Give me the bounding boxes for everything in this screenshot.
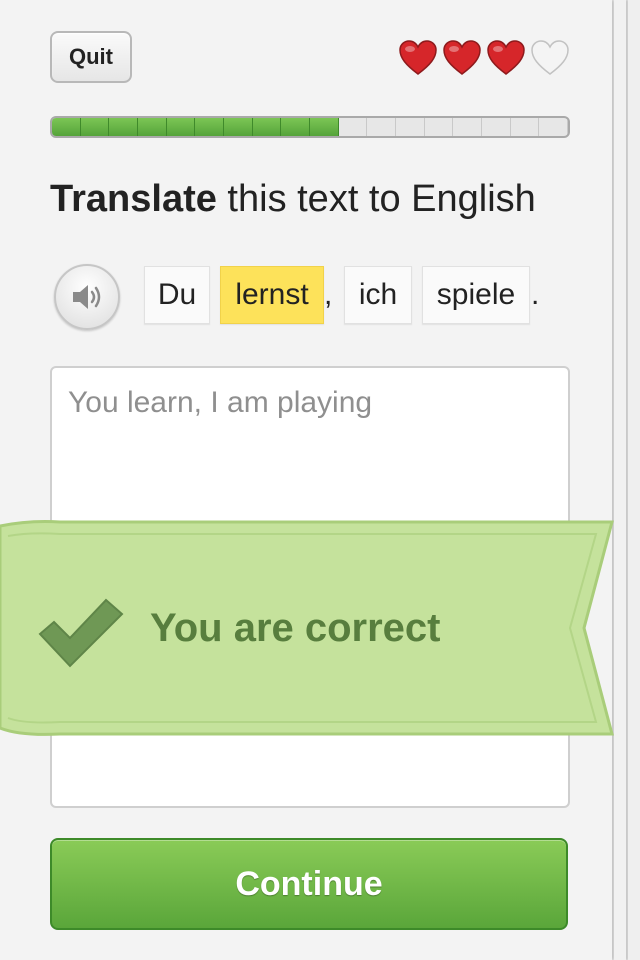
progress-segment-complete <box>138 118 167 136</box>
progress-segment-empty <box>539 118 568 136</box>
comma: , <box>324 278 333 311</box>
word-token[interactable]: Du <box>144 266 210 324</box>
heart-full-icon <box>443 40 481 75</box>
progress-segment-complete <box>310 118 339 136</box>
progress-segment-complete <box>224 118 253 136</box>
progress-segment-empty <box>453 118 483 136</box>
heart-full-icon <box>487 40 525 75</box>
progress-segment-complete <box>281 118 311 136</box>
word-token[interactable]: ich <box>344 266 412 324</box>
progress-segment-empty <box>367 118 397 136</box>
progress-segment-complete <box>252 118 282 136</box>
page-stack-edge <box>614 0 626 960</box>
quit-button[interactable]: Quit <box>50 31 132 83</box>
speaker-icon <box>73 285 101 309</box>
checkmark-icon <box>38 598 124 668</box>
progress-segment-complete <box>52 118 81 136</box>
progress-segment-empty <box>425 118 454 136</box>
lesson-progress-bar <box>50 116 570 138</box>
hearts-indicator <box>398 38 573 80</box>
word-token[interactable]: spiele <box>422 266 530 324</box>
play-audio-button[interactable] <box>54 264 120 330</box>
instruction-rest: this text to English <box>216 178 536 220</box>
progress-segment-empty <box>482 118 511 136</box>
heart-full-icon <box>399 40 437 75</box>
progress-segment-empty <box>396 118 425 136</box>
instruction-verb: Translate <box>50 178 217 220</box>
page-stack-edge <box>628 0 640 960</box>
period: . <box>531 278 540 311</box>
progress-segment-complete <box>195 118 225 136</box>
progress-segment-complete <box>109 118 139 136</box>
feedback-message: You are correct <box>150 606 441 650</box>
instruction-text: Translate this text to English <box>50 178 536 221</box>
continue-button[interactable]: Continue <box>50 838 568 930</box>
heart-empty-icon <box>531 40 569 75</box>
progress-segment-complete <box>80 118 110 136</box>
progress-segment-complete <box>166 118 196 136</box>
word-token-highlighted[interactable]: lernst <box>220 266 324 324</box>
answer-text: You learn, I am playing <box>68 386 373 419</box>
progress-segment-empty <box>511 118 540 136</box>
progress-segment-empty <box>339 118 368 136</box>
